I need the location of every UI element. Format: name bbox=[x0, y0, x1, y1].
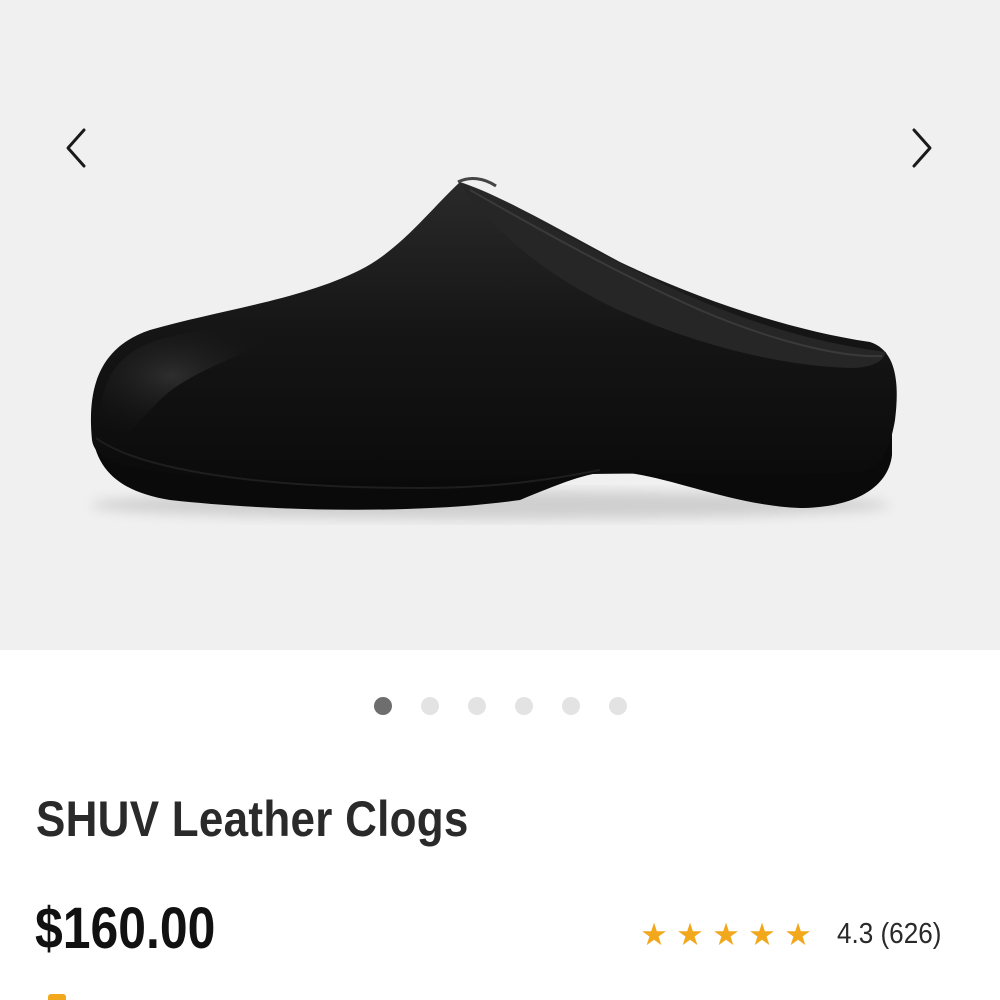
previous-image-button[interactable] bbox=[47, 118, 107, 178]
product-price: $160.00 bbox=[35, 896, 216, 961]
rating-stars: ★ ★ ★ ★ ★ bbox=[637, 919, 815, 950]
product-image bbox=[90, 177, 897, 519]
review-count: (626) bbox=[880, 917, 942, 950]
product-image-gallery[interactable] bbox=[0, 0, 1000, 650]
star-icon: ★ bbox=[784, 916, 812, 952]
pagination-dot-4[interactable] bbox=[514, 697, 533, 715]
star-icon: ★ bbox=[640, 916, 668, 952]
star-icon: ★ bbox=[712, 916, 740, 952]
partially-visible-element bbox=[48, 994, 66, 1000]
product-rating[interactable]: ★ ★ ★ ★ ★ 4.3 (626) bbox=[637, 912, 953, 956]
pagination-dot-1[interactable] bbox=[373, 697, 392, 715]
next-image-button[interactable] bbox=[891, 118, 951, 178]
star-icon: ★ bbox=[676, 916, 704, 952]
chevron-right-icon bbox=[912, 128, 932, 168]
pagination-dot-2[interactable] bbox=[420, 697, 439, 715]
gallery-pagination bbox=[0, 697, 1000, 715]
rating-summary: 4.3 (626) bbox=[837, 918, 941, 951]
chevron-left-icon bbox=[66, 128, 86, 168]
pagination-dot-6[interactable] bbox=[608, 697, 627, 715]
rating-value: 4.3 bbox=[837, 917, 874, 950]
pagination-dot-3[interactable] bbox=[467, 697, 486, 715]
pagination-dot-5[interactable] bbox=[561, 697, 580, 715]
product-title: SHUV Leather Clogs bbox=[36, 791, 469, 847]
star-icon: ★ bbox=[748, 916, 776, 952]
